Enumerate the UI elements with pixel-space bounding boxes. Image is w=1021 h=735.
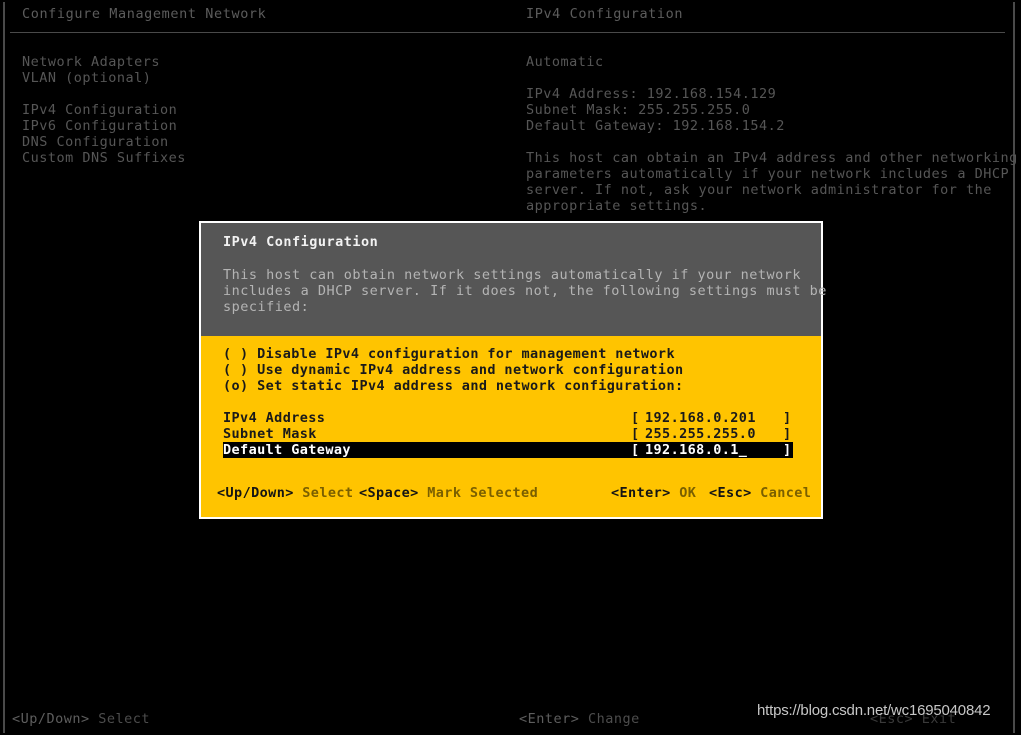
field-label-default-gateway: Default Gateway: [223, 442, 351, 458]
menu-spacer: [22, 86, 492, 102]
menu-item-dns-configuration[interactable]: DNS Configuration: [22, 134, 492, 150]
dialog-hint-updown-key: <Up/Down>: [217, 485, 294, 501]
frame-border-right: [1013, 2, 1015, 733]
field-value-ipv4-address[interactable]: 192.168.0.201: [645, 410, 756, 426]
field-row-subnet-mask[interactable]: Subnet Mask [ 255.255.255.0 ]: [223, 426, 793, 442]
radio-label-dynamic-ipv4: Use dynamic IPv4 address and network con…: [257, 362, 684, 378]
status-hint-enter-label: Change: [588, 711, 640, 727]
dialog-description-line-2: includes a DHCP server. If it does not, …: [223, 283, 827, 299]
ipv4-configuration-dialog: IPv4 Configuration This host can obtain …: [199, 221, 827, 519]
detail-help-line-3: server. If not, ask your network adminis…: [526, 182, 992, 198]
dialog-title: IPv4 Configuration: [223, 234, 379, 250]
radio-marker-static-ipv4: (o): [223, 378, 258, 394]
dialog-hint-space[interactable]: <Space> Mark Selected: [359, 485, 538, 501]
field-bracket-right-ipv4-address: ]: [783, 410, 792, 426]
dialog-description: This host can obtain network settings au…: [223, 267, 827, 315]
detail-help-line-2: parameters automatically if your network…: [526, 166, 1010, 182]
menu-item-vlan[interactable]: VLAN (optional): [22, 70, 492, 86]
radio-option-dynamic-ipv4[interactable]: ( ) Use dynamic IPv4 address and network…: [223, 362, 821, 378]
status-hint-updown-label: Select: [98, 711, 151, 727]
detail-mode: Automatic: [526, 54, 604, 70]
dialog-hint-esc-key: <Esc>: [709, 485, 752, 501]
radio-option-list: ( ) Disable IPv4 configuration for manag…: [223, 346, 821, 394]
radio-label-static-ipv4: Set static IPv4 address and network conf…: [257, 378, 684, 394]
field-label-ipv4-address: IPv4 Address: [223, 410, 326, 426]
detail-spacer-2: [526, 134, 996, 150]
field-bracket-right-default-gateway: ]: [783, 442, 792, 458]
field-row-ipv4-address[interactable]: IPv4 Address [ 192.168.0.201 ]: [223, 410, 793, 426]
detail-panel: Automatic IPv4 Address: 192.168.154.129 …: [526, 54, 1018, 214]
dialog-hint-enter-key: <Enter>: [611, 485, 671, 501]
menu-item-network-adapters[interactable]: Network Adapters: [22, 54, 492, 70]
field-bracket-right-subnet-mask: ]: [783, 426, 792, 442]
screen-title-right: IPv4 Configuration: [526, 6, 684, 22]
dialog-hint-space-label: Mark Selected: [427, 485, 539, 501]
dialog-description-line-1: This host can obtain network settings au…: [223, 267, 802, 283]
dialog-hint-esc[interactable]: <Esc> Cancel: [709, 485, 811, 501]
status-hint-updown[interactable]: <Up/Down> Select: [12, 710, 150, 728]
dialog-hint-updown[interactable]: <Up/Down> Select: [217, 485, 353, 501]
status-hint-enter[interactable]: <Enter> Change: [519, 710, 640, 728]
frame-divider-top: [10, 32, 1005, 33]
menu-panel: Network Adapters VLAN (optional) IPv4 Co…: [22, 54, 492, 166]
dialog-footer: <Up/Down> Select <Space> Mark Selected <…: [201, 485, 821, 501]
screen-title-left: Configure Management Network: [22, 6, 267, 22]
detail-ipv4-address: IPv4 Address: 192.168.154.129: [526, 86, 777, 102]
field-list: IPv4 Address [ 192.168.0.201 ] Subnet Ma…: [201, 410, 821, 458]
detail-subnet-mask: Subnet Mask: 255.255.255.0: [526, 102, 751, 118]
frame-border-left: [3, 2, 5, 733]
status-hint-updown-key: <Up/Down>: [12, 711, 90, 727]
dialog-hint-space-key: <Space>: [359, 485, 419, 501]
watermark: https://blog.csdn.net/wc1695040842: [757, 702, 991, 719]
radio-option-disable-ipv4[interactable]: ( ) Disable IPv4 configuration for manag…: [223, 346, 821, 362]
dialog-hint-esc-label: Cancel: [760, 485, 812, 501]
radio-option-static-ipv4[interactable]: (o) Set static IPv4 address and network …: [223, 378, 821, 394]
field-row-default-gateway[interactable]: Default Gateway [ 192.168.0.1_ ]: [223, 442, 793, 458]
detail-spacer-1: [526, 70, 996, 86]
dialog-body: ( ) Disable IPv4 configuration for manag…: [201, 336, 821, 517]
dialog-header: IPv4 Configuration This host can obtain …: [201, 223, 827, 336]
dialog-hint-updown-label: Select: [302, 485, 354, 501]
status-hint-enter-key: <Enter>: [519, 711, 580, 727]
radio-label-disable-ipv4: Disable IPv4 configuration for managemen…: [257, 346, 675, 362]
radio-marker-disable-ipv4: ( ): [223, 346, 258, 362]
radio-marker-dynamic-ipv4: ( ): [223, 362, 258, 378]
menu-item-custom-dns-suffixes[interactable]: Custom DNS Suffixes: [22, 150, 492, 166]
detail-help-line-1: This host can obtain an IPv4 address and…: [526, 150, 1018, 166]
detail-default-gateway: Default Gateway: 192.168.154.2: [526, 118, 785, 134]
dialog-hint-enter-label: OK: [679, 485, 697, 501]
field-value-default-gateway[interactable]: 192.168.0.1_: [645, 442, 747, 458]
field-label-subnet-mask: Subnet Mask: [223, 426, 317, 442]
dialog-hint-enter[interactable]: <Enter> OK: [611, 485, 696, 501]
field-bracket-left-default-gateway: [: [631, 442, 640, 458]
menu-item-ipv4-configuration[interactable]: IPv4 Configuration: [22, 102, 492, 118]
menu-item-ipv6-configuration[interactable]: IPv6 Configuration: [22, 118, 492, 134]
dialog-description-line-3: specified:: [223, 299, 310, 315]
detail-help-line-4: appropriate settings.: [526, 198, 708, 214]
field-bracket-left-ipv4-address: [: [631, 410, 640, 426]
field-value-subnet-mask[interactable]: 255.255.255.0: [645, 426, 756, 442]
field-bracket-left-subnet-mask: [: [631, 426, 640, 442]
title-row: Configure Management Network IPv4 Config…: [0, 6, 1021, 26]
